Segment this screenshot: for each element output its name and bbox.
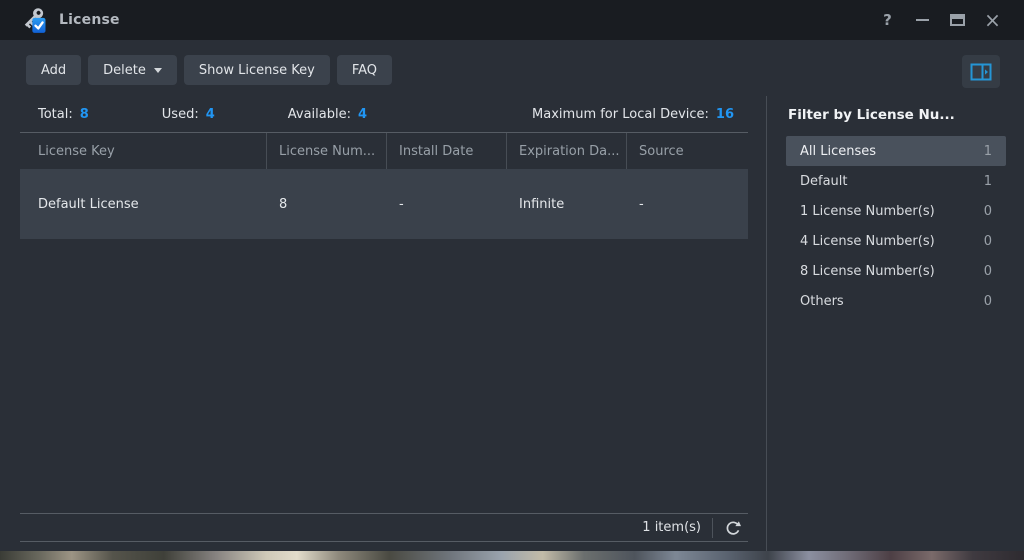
column-header-license-number[interactable]: License Num...	[267, 133, 387, 169]
table-header: License Key License Num... Install Date …	[20, 133, 748, 169]
cell-source: -	[627, 169, 748, 239]
filter-sidebar: Filter by License Nu... All Licenses 1 D…	[767, 96, 1024, 551]
filter-item-count: 1	[984, 144, 992, 159]
window-controls: ? ×	[870, 6, 1010, 34]
column-header-license-key[interactable]: License Key	[20, 133, 267, 169]
filter-sidebar-title: Filter by License Nu...	[788, 107, 1006, 123]
refresh-icon	[724, 519, 742, 537]
refresh-button[interactable]	[724, 519, 742, 537]
stat-used-label: Used:	[162, 107, 199, 122]
stat-maximum-value: 16	[716, 107, 734, 122]
faq-button[interactable]: FAQ	[337, 55, 392, 85]
stat-total-value: 8	[80, 107, 89, 122]
filter-item-count: 0	[984, 264, 992, 279]
filter-item-all-licenses[interactable]: All Licenses 1	[786, 136, 1006, 166]
help-icon[interactable]: ?	[870, 6, 905, 34]
filter-item-default[interactable]: Default 1	[786, 166, 1006, 196]
filter-item-count: 0	[984, 204, 992, 219]
stat-available: Available: 4	[270, 107, 367, 122]
desktop-wallpaper-sliver	[0, 551, 1024, 560]
license-key-app-icon	[19, 6, 47, 34]
license-stats-bar: Total: 8 Used: 4 Available: 4 Maximum fo…	[20, 96, 748, 133]
minimize-icon[interactable]	[905, 6, 940, 34]
chevron-down-icon	[154, 68, 162, 73]
table-empty-area	[20, 239, 748, 513]
filter-item-label: Default	[800, 174, 848, 189]
add-button[interactable]: Add	[26, 55, 81, 85]
toggle-side-panel-button[interactable]	[962, 55, 1000, 88]
filter-item-label: 1 License Number(s)	[800, 204, 935, 219]
column-header-install-date[interactable]: Install Date	[387, 133, 507, 169]
filter-item-label: Others	[800, 294, 844, 309]
filter-item-1-license-number[interactable]: 1 License Number(s) 0	[786, 196, 1006, 226]
stat-available-label: Available:	[288, 107, 351, 122]
titlebar: License ? ×	[0, 0, 1024, 40]
delete-button-label: Delete	[103, 63, 146, 78]
delete-button[interactable]: Delete	[88, 55, 177, 85]
stat-used: Used: 4	[144, 107, 215, 122]
footer-divider	[712, 518, 713, 538]
stat-total: Total: 8	[20, 107, 89, 122]
content-area: Total: 8 Used: 4 Available: 4 Maximum fo…	[0, 96, 1024, 551]
filter-item-others[interactable]: Others 0	[786, 286, 1006, 316]
stat-available-value: 4	[358, 107, 367, 122]
table-row[interactable]: Default License 8 - Infinite -	[20, 169, 748, 239]
cell-install-date: -	[387, 169, 507, 239]
cell-license-key: Default License	[20, 169, 267, 239]
side-panel-icon	[970, 63, 992, 81]
cell-expiration-date: Infinite	[507, 169, 627, 239]
filter-item-count: 0	[984, 294, 992, 309]
close-icon[interactable]: ×	[975, 6, 1010, 34]
filter-item-label: 8 License Number(s)	[800, 264, 935, 279]
filter-item-count: 1	[984, 174, 992, 189]
filter-item-count: 0	[984, 234, 992, 249]
cell-license-number: 8	[267, 169, 387, 239]
filter-item-8-license-number[interactable]: 8 License Number(s) 0	[786, 256, 1006, 286]
window-title: License	[59, 12, 120, 28]
item-count: 1 item(s)	[642, 520, 701, 535]
filter-item-label: All Licenses	[800, 144, 876, 159]
stat-total-label: Total:	[38, 107, 73, 122]
toolbar: Add Delete Show License Key FAQ	[0, 40, 1024, 96]
filter-item-4-license-number[interactable]: 4 License Number(s) 0	[786, 226, 1006, 256]
table-footer: 1 item(s)	[20, 513, 748, 542]
maximize-icon[interactable]	[940, 6, 975, 34]
main-panel: Total: 8 Used: 4 Available: 4 Maximum fo…	[0, 96, 767, 551]
stat-used-value: 4	[206, 107, 215, 122]
filter-item-label: 4 License Number(s)	[800, 234, 935, 249]
show-license-key-button[interactable]: Show License Key	[184, 55, 330, 85]
stat-maximum-label: Maximum for Local Device:	[532, 107, 709, 122]
license-window: License ? × Add Delete Show License Key …	[0, 0, 1024, 551]
column-header-expiration-date[interactable]: Expiration Da...	[507, 133, 627, 169]
stat-maximum: Maximum for Local Device: 16	[514, 107, 748, 122]
column-header-source[interactable]: Source	[627, 133, 748, 169]
